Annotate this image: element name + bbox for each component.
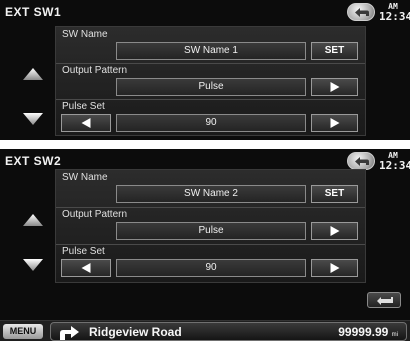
distance-value: 99999.99 <box>338 325 389 339</box>
back-button[interactable] <box>347 3 375 21</box>
triangle-right-icon <box>330 82 339 92</box>
output-pattern-next-button[interactable] <box>311 222 358 240</box>
triangle-left-icon <box>81 118 91 128</box>
pulse-set-decrease-button[interactable] <box>61 259 111 277</box>
output-pattern-label: Output Pattern <box>62 65 128 76</box>
settings-panel: SW Name SW Name 1 SET Output Pattern Pul… <box>55 26 366 136</box>
clock: AM 12:34 <box>379 2 410 23</box>
back-arrow-icon <box>355 8 369 17</box>
clock: AM 12:34 <box>379 151 410 172</box>
menu-button[interactable]: MENU <box>3 324 43 339</box>
back-arrow-icon <box>355 157 369 166</box>
pulse-set-label: Pulse Set <box>62 246 105 257</box>
ext-sw2-screen: EXT SW2 AM 12:34 SW Name SW Name 2 SET O… <box>0 149 410 341</box>
set-button[interactable]: SET <box>311 185 358 203</box>
sw-name-label: SW Name <box>62 29 108 40</box>
output-pattern-field: Pulse <box>116 78 306 96</box>
pulse-set-label: Pulse Set <box>62 101 105 112</box>
settings-panel: SW Name SW Name 2 SET Output Pattern Pul… <box>55 169 366 283</box>
triangle-left-icon <box>81 263 91 273</box>
triangle-right-icon <box>330 118 339 128</box>
divider <box>56 99 365 100</box>
triangle-down-icon[interactable] <box>23 113 43 125</box>
screen-title: EXT SW2 <box>5 154 62 168</box>
pulse-set-field: 90 <box>116 114 306 132</box>
pulse-set-decrease-button[interactable] <box>61 114 111 132</box>
turn-right-arrow-icon <box>60 326 79 340</box>
return-arrow-icon <box>377 297 393 305</box>
navigation-info[interactable]: Ridgeview Road 99999.99 mi <box>50 322 407 341</box>
output-pattern-label: Output Pattern <box>62 209 128 220</box>
status-bar: MENU Ridgeview Road 99999.99 mi <box>0 320 410 341</box>
distance-unit: mi <box>391 332 398 338</box>
triangle-up-icon[interactable] <box>23 214 43 226</box>
triangle-down-icon[interactable] <box>23 259 43 271</box>
set-button[interactable]: SET <box>311 42 358 60</box>
title-bar: EXT SW1 AM 12:34 <box>0 0 410 24</box>
divider <box>56 63 365 64</box>
divider <box>56 244 365 245</box>
triangle-up-icon[interactable] <box>23 68 43 80</box>
clock-time: 12:34 <box>379 10 410 23</box>
triangle-right-icon <box>330 263 339 273</box>
output-pattern-next-button[interactable] <box>311 78 358 96</box>
clock-time: 12:34 <box>379 159 410 172</box>
back-button[interactable] <box>347 152 375 170</box>
pulse-set-increase-button[interactable] <box>311 259 358 277</box>
street-name: Ridgeview Road <box>89 325 182 339</box>
distance-readout: 99999.99 mi <box>338 325 398 339</box>
triangle-right-icon <box>330 226 339 236</box>
output-pattern-field: Pulse <box>116 222 306 240</box>
screen-title: EXT SW1 <box>5 5 62 19</box>
ext-sw1-screen: EXT SW1 AM 12:34 SW Name SW Name 1 SET O… <box>0 0 410 140</box>
return-button[interactable] <box>367 292 401 308</box>
divider <box>56 207 365 208</box>
sw-name-field[interactable]: SW Name 1 <box>116 42 306 60</box>
pulse-set-field: 90 <box>116 259 306 277</box>
pulse-set-increase-button[interactable] <box>311 114 358 132</box>
sw-name-label: SW Name <box>62 172 108 183</box>
sw-name-field[interactable]: SW Name 2 <box>116 185 306 203</box>
